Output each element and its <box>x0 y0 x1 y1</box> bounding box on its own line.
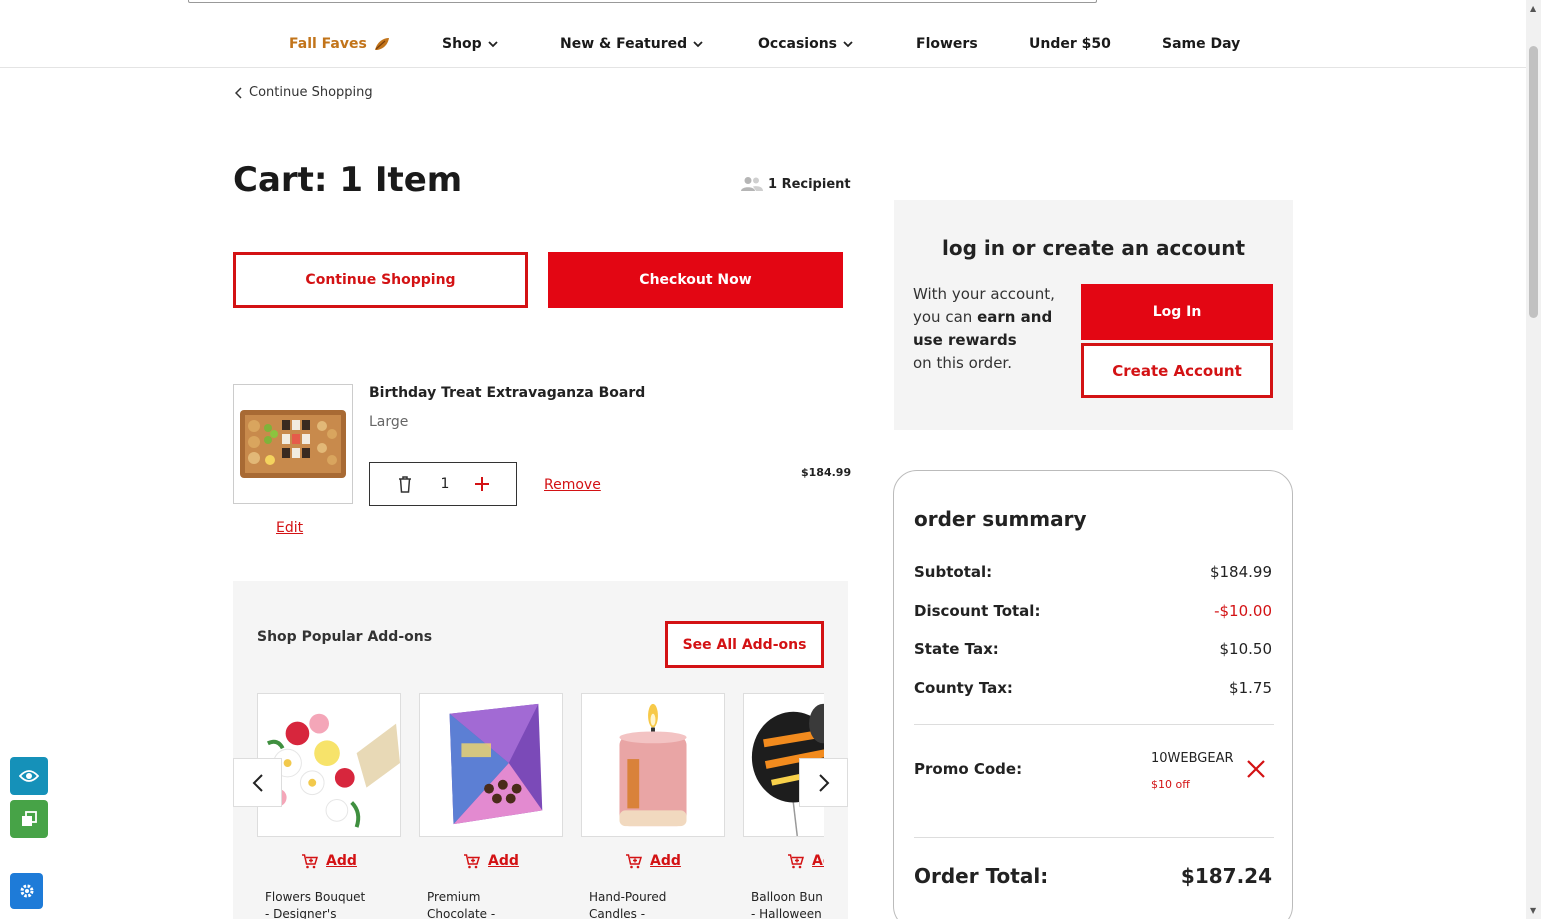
chevron-right-icon <box>818 773 829 792</box>
promo-discount-note: $10 off <box>1151 778 1190 791</box>
addons-section: Shop Popular Add-ons See All Add-ons Add… <box>233 581 848 919</box>
add-to-cart-button[interactable]: Add <box>743 853 824 869</box>
nav-shop[interactable]: Shop <box>442 36 498 52</box>
remove-link[interactable]: Remove <box>544 477 601 493</box>
scroll-thumb[interactable] <box>1529 46 1538 318</box>
trash-icon[interactable] <box>398 475 412 493</box>
candle-image <box>582 694 724 836</box>
chevron-left-icon <box>235 86 242 99</box>
addons-carousel: Add Flowers Bouquet - Designer's Add Pre… <box>257 693 824 919</box>
continue-shopping-link[interactable]: Continue Shopping <box>235 85 373 100</box>
order-summary-title: order summary <box>914 507 1087 531</box>
chevron-left-icon <box>252 773 263 792</box>
plus-icon[interactable] <box>474 476 490 492</box>
addons-title: Shop Popular Add-ons <box>257 629 433 645</box>
addon-image[interactable] <box>419 693 563 837</box>
nav-occasions[interactable]: Occasions <box>758 36 853 52</box>
page-scrollbar[interactable]: ▲ ▼ <box>1526 0 1541 919</box>
addon-name[interactable]: Balloon Bun - Halloween <box>743 889 824 919</box>
product-size: Large <box>369 414 409 430</box>
nav-fall-faves[interactable]: Fall Faves <box>289 36 391 52</box>
nav-new-featured[interactable]: New & Featured <box>560 36 703 52</box>
nav-same-day[interactable]: Same Day <box>1162 36 1240 52</box>
cart-title: Cart: 1 Item <box>233 160 463 200</box>
carousel-prev-button[interactable] <box>233 758 282 807</box>
chevron-down-icon <box>693 41 703 48</box>
scroll-down-icon[interactable]: ▼ <box>1530 906 1536 915</box>
promo-row: Promo Code: <box>914 760 1023 778</box>
log-in-button[interactable]: Log In <box>1081 284 1273 340</box>
nav-flowers[interactable]: Flowers <box>916 36 978 52</box>
cart-plus-icon <box>626 853 643 868</box>
discount-row: Discount Total: -$10.00 <box>914 602 1272 620</box>
order-summary: order summary Subtotal: $184.99 Discount… <box>893 470 1293 919</box>
product-image[interactable] <box>233 384 353 504</box>
add-to-cart-button[interactable]: Add <box>419 853 563 869</box>
gear-icon <box>20 884 33 898</box>
copy-icon <box>22 811 37 826</box>
people-icon <box>741 177 763 191</box>
summary-divider <box>914 724 1274 725</box>
accessibility-button[interactable] <box>10 757 48 795</box>
close-icon[interactable] <box>1246 759 1266 779</box>
add-to-cart-button[interactable]: Add <box>581 853 725 869</box>
cart-plus-icon <box>464 853 481 868</box>
subtotal-row: Subtotal: $184.99 <box>914 563 1272 581</box>
nav-under-50[interactable]: Under $50 <box>1029 36 1111 52</box>
checkout-now-button[interactable]: Checkout Now <box>548 252 843 308</box>
county-tax-row: County Tax: $1.75 <box>914 679 1272 697</box>
addon-name[interactable]: Flowers Bouquet - Designer's <box>257 889 401 919</box>
recipient-count: 1 Recipient <box>740 176 851 192</box>
promo-code-value: 10WEBGEAR <box>1151 751 1234 766</box>
account-panel: log in or create an account With your ac… <box>894 200 1293 430</box>
quantity-stepper: 1 <box>369 462 517 506</box>
addon-name[interactable]: Hand-Poured Candles - <box>581 889 725 919</box>
chocolate-box-image <box>420 694 562 836</box>
chevron-down-icon <box>488 41 498 48</box>
leaf-icon <box>374 38 389 50</box>
addon-card[interactable]: Add Hand-Poured Candles - <box>581 693 725 919</box>
carousel-next-button[interactable] <box>799 758 848 807</box>
see-all-addons-button[interactable]: See All Add-ons <box>665 621 824 668</box>
treat-board-image <box>240 410 346 478</box>
chevron-down-icon <box>843 41 853 48</box>
main-nav: Fall Faves Shop New & Featured Occasions… <box>0 0 1526 68</box>
scroll-up-icon[interactable]: ▲ <box>1530 4 1536 13</box>
continue-shopping-button[interactable]: Continue Shopping <box>233 252 528 308</box>
addon-name[interactable]: Premium Chocolate - <box>419 889 563 919</box>
cart-plus-icon <box>788 853 805 868</box>
state-tax-row: State Tax: $10.50 <box>914 640 1272 658</box>
add-to-cart-button[interactable]: Add <box>257 853 401 869</box>
copy-widget-button[interactable] <box>10 800 48 838</box>
account-panel-text: With your account, you can earn and use … <box>913 285 1055 372</box>
settings-widget-button[interactable] <box>10 873 43 909</box>
eye-icon <box>19 770 39 782</box>
product-name[interactable]: Birthday Treat Extravaganza Board <box>369 385 645 401</box>
line-item-price: $184.99 <box>801 466 852 479</box>
cart-plus-icon <box>302 853 319 868</box>
account-panel-title: log in or create an account <box>941 236 1246 260</box>
summary-divider <box>914 837 1274 838</box>
order-total-row: Order Total: $187.24 <box>914 864 1272 888</box>
quantity-value[interactable]: 1 <box>438 476 452 492</box>
edit-link[interactable]: Edit <box>276 520 303 536</box>
create-account-button[interactable]: Create Account <box>1081 343 1273 398</box>
addon-image[interactable] <box>581 693 725 837</box>
addon-card[interactable]: Add Premium Chocolate - <box>419 693 563 919</box>
